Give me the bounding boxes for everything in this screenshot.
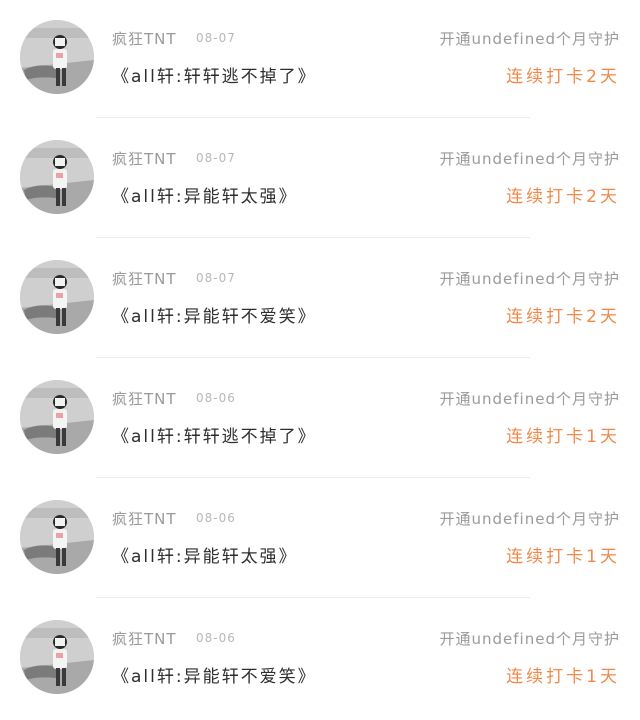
avatar[interactable]: [20, 380, 94, 454]
checkin-message: 《all轩:轩轩逃不掉了》: [112, 427, 317, 447]
streak-badge: 连续打卡2天: [506, 187, 620, 207]
list-item[interactable]: 疯狂TNT 08-07 《all轩:异能轩不爱笑》 开通undefined个月守…: [0, 240, 640, 360]
avatar[interactable]: [20, 20, 94, 94]
checkin-message: 《all轩:轩轩逃不掉了》: [112, 67, 317, 87]
avatar[interactable]: [20, 140, 94, 214]
post-date: 08-07: [196, 271, 236, 285]
checkin-feed: 疯狂TNT 08-07 《all轩:轩轩逃不掉了》 开通undefined个月守…: [0, 0, 640, 716]
list-item[interactable]: 疯狂TNT 08-06 《all轩:异能轩太强》 开通undefined个月守护…: [0, 480, 640, 600]
guard-info: 开通undefined个月守护: [439, 630, 620, 648]
list-item[interactable]: 疯狂TNT 08-06 《all轩:轩轩逃不掉了》 开通undefined个月守…: [0, 360, 640, 480]
streak-badge: 连续打卡1天: [506, 667, 620, 687]
guard-info: 开通undefined个月守护: [439, 270, 620, 288]
avatar[interactable]: [20, 260, 94, 334]
checkin-message: 《all轩:异能轩不爱笑》: [112, 307, 317, 327]
divider: [96, 477, 530, 478]
username[interactable]: 疯狂TNT: [112, 388, 177, 409]
username[interactable]: 疯狂TNT: [112, 268, 177, 289]
list-item[interactable]: 疯狂TNT 08-07 《all轩:异能轩太强》 开通undefined个月守护…: [0, 120, 640, 240]
guard-info: 开通undefined个月守护: [439, 30, 620, 48]
checkin-message: 《all轩:异能轩太强》: [112, 547, 298, 567]
streak-badge: 连续打卡1天: [506, 547, 620, 567]
divider: [96, 237, 530, 238]
post-date: 08-07: [196, 31, 236, 45]
checkin-message: 《all轩:异能轩太强》: [112, 187, 298, 207]
username[interactable]: 疯狂TNT: [112, 28, 177, 49]
post-date: 08-06: [196, 631, 236, 645]
checkin-message: 《all轩:异能轩不爱笑》: [112, 667, 317, 687]
streak-badge: 连续打卡2天: [506, 307, 620, 327]
divider: [96, 597, 530, 598]
streak-badge: 连续打卡1天: [506, 427, 620, 447]
username[interactable]: 疯狂TNT: [112, 148, 177, 169]
list-item[interactable]: 疯狂TNT 08-07 《all轩:轩轩逃不掉了》 开通undefined个月守…: [0, 0, 640, 120]
username[interactable]: 疯狂TNT: [112, 628, 177, 649]
post-date: 08-07: [196, 151, 236, 165]
guard-info: 开通undefined个月守护: [439, 150, 620, 168]
post-date: 08-06: [196, 391, 236, 405]
username[interactable]: 疯狂TNT: [112, 508, 177, 529]
avatar[interactable]: [20, 620, 94, 694]
post-date: 08-06: [196, 511, 236, 525]
divider: [96, 357, 530, 358]
list-item[interactable]: 疯狂TNT 08-06 《all轩:异能轩不爱笑》 开通undefined个月守…: [0, 600, 640, 720]
divider: [96, 117, 530, 118]
streak-badge: 连续打卡2天: [506, 67, 620, 87]
guard-info: 开通undefined个月守护: [439, 390, 620, 408]
avatar[interactable]: [20, 500, 94, 574]
guard-info: 开通undefined个月守护: [439, 510, 620, 528]
